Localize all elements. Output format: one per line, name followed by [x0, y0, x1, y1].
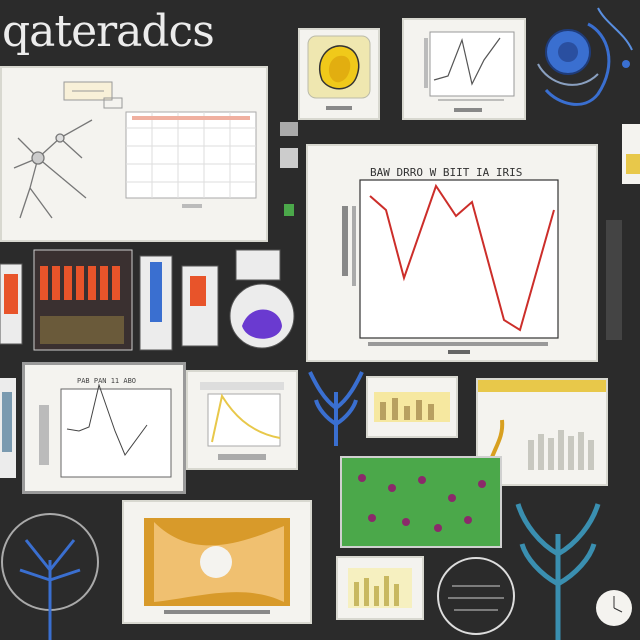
circle-diagram — [432, 552, 520, 640]
left-strip — [0, 372, 20, 488]
yellow-bar-card — [366, 376, 458, 438]
green-circuit-card — [340, 456, 502, 548]
mini-chart-icons — [274, 118, 304, 248]
blue-plant-illustration — [306, 368, 366, 448]
grid-chart — [125, 111, 257, 199]
clock-icon — [594, 588, 634, 628]
small-chart-title: PAB PAN 11 ABO — [77, 377, 136, 385]
tree-illustration — [0, 500, 110, 640]
small-bar-card — [336, 556, 424, 620]
main-line-chart-panel: BAW DRRO W BIIT IA IRIS — [306, 144, 598, 362]
mini-line-chart-card — [402, 18, 526, 120]
neuron-diagram-panel — [0, 66, 268, 242]
lab-equipment-row — [0, 246, 306, 354]
cell-illustration — [307, 35, 371, 110]
main-line-chart: BAW DRRO W BIIT IA IRIS — [342, 166, 559, 354]
microscopy-card — [122, 500, 312, 624]
small-line-chart: PAB PAN 11 ABO — [39, 377, 172, 478]
side-strip — [600, 120, 640, 340]
yellow-cell-card — [298, 28, 380, 120]
decay-chart-card — [186, 370, 298, 470]
x-axis-ticks — [368, 342, 548, 354]
page-title: qateradcs — [2, 6, 215, 57]
small-line-chart-card: PAB PAN 11 ABO — [22, 362, 186, 494]
main-chart-title: BAW DRRO W BIIT IA IRIS — [370, 166, 522, 179]
decay-chart — [200, 382, 284, 460]
mini-line-chart — [424, 31, 515, 112]
y-axis-labels — [342, 206, 356, 286]
blue-fern-illustration — [510, 494, 606, 640]
blue-node-illustration — [528, 4, 640, 120]
neuron-icon — [13, 119, 93, 219]
